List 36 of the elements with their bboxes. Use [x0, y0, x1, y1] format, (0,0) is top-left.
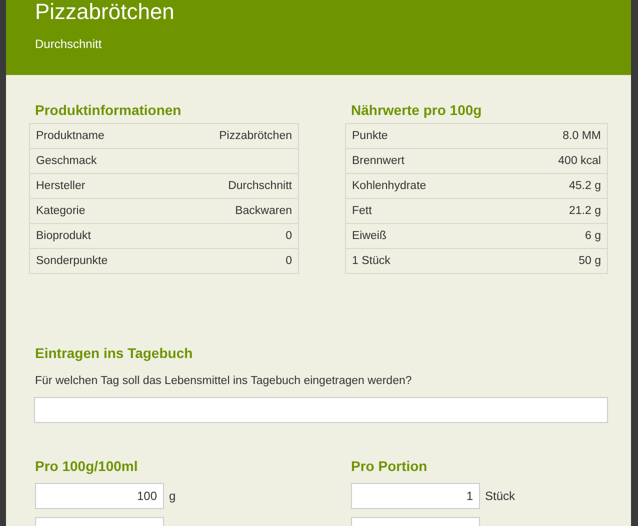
table-cell: 1 Stück [346, 248, 506, 274]
page-subtitle: Durchschnitt [35, 37, 103, 51]
table-cell: Kohlenhydrate [346, 174, 506, 198]
table-cell: Durchschnitt [163, 174, 298, 198]
table-cell: Pizzabrötchen [163, 124, 298, 148]
table-cell: 400 kcal [505, 148, 608, 174]
table-cell: Bioprodukt [30, 224, 163, 248]
table-cell: Backwaren [163, 198, 298, 224]
table-cell: Sonderpunkte [30, 248, 163, 274]
table-cell: 50 g [505, 248, 608, 274]
table-cell: Geschmack [30, 148, 163, 174]
table-cell: 21.2 g [505, 198, 608, 224]
table-cell: 0 [163, 248, 298, 274]
table-cell: Brennwert [346, 148, 506, 174]
table-cell: 6 g [505, 224, 608, 248]
section-heading: Produktinformationen [35, 101, 182, 119]
amount-field[interactable]: 100 [35, 483, 164, 509]
section-heading: Pro Portion [351, 457, 428, 475]
table-cell: Fett [346, 198, 506, 224]
table-cell: 45.2 g [505, 174, 608, 198]
table-cell: 0 [163, 224, 298, 248]
unit-label: g [169, 489, 176, 503]
table-cell: Eiweiß [346, 224, 506, 248]
table-cell: Punkte [346, 124, 506, 148]
section-heading: Nährwerte pro 100g [351, 101, 483, 119]
table-cell: Kategorie [30, 198, 163, 224]
table-cell: 8.0 MM [505, 124, 608, 148]
table-cell: Produktname [30, 124, 163, 148]
section-heading: Pro 100g/100ml [35, 457, 139, 475]
section-heading: Eintragen ins Tagebuch [35, 344, 194, 362]
page-title: Pizzabrötchen [35, 0, 176, 24]
question-text: Für welchen Tag soll das Lebensmittel ins Tagebuch eingetragen werden? [35, 375, 413, 387]
unit-label: Stück [485, 489, 516, 503]
date-field[interactable] [34, 397, 608, 423]
amount-field[interactable]: 1 [351, 483, 480, 509]
table-cell: Hersteller [30, 174, 163, 198]
